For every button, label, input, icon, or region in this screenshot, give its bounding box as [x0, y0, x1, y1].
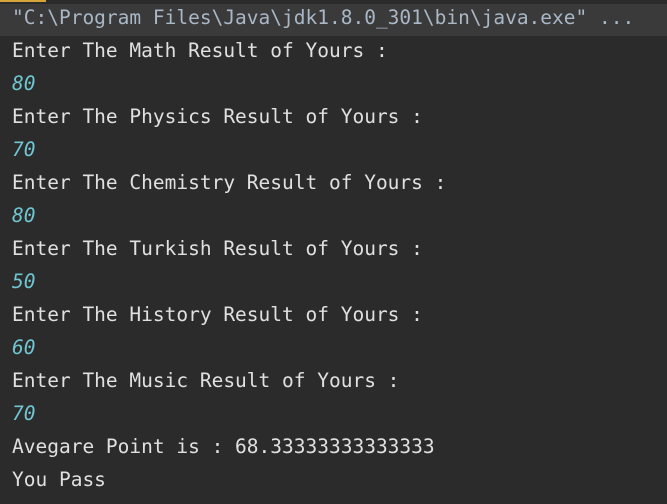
prompt-physics: Enter The Physics Result of Yours : — [12, 105, 423, 128]
prompt-history: Enter The History Result of Yours : — [12, 303, 423, 326]
pass-output: You Pass — [12, 468, 106, 491]
command-line: "C:\Program Files\Java\jdk1.8.0_301\bin\… — [12, 6, 635, 29]
prompt-math: Enter The Math Result of Yours : — [12, 39, 388, 62]
prompt-turkish: Enter The Turkish Result of Yours : — [12, 237, 423, 260]
input-turkish: 50 — [12, 270, 36, 293]
input-physics: 70 — [12, 138, 36, 161]
input-chemistry: 80 — [12, 204, 36, 227]
run-console[interactable]: "C:\Program Files\Java\jdk1.8.0_301\bin\… — [0, 0, 667, 504]
input-history: 60 — [12, 336, 36, 359]
prompt-music: Enter The Music Result of Yours : — [12, 369, 400, 392]
average-output: Avegare Point is : 68.33333333333333 — [12, 435, 435, 458]
input-math: 80 — [12, 72, 36, 95]
input-music: 70 — [12, 402, 36, 425]
prompt-chemistry: Enter The Chemistry Result of Yours : — [12, 171, 447, 194]
active-tab-indicator — [0, 0, 46, 2]
